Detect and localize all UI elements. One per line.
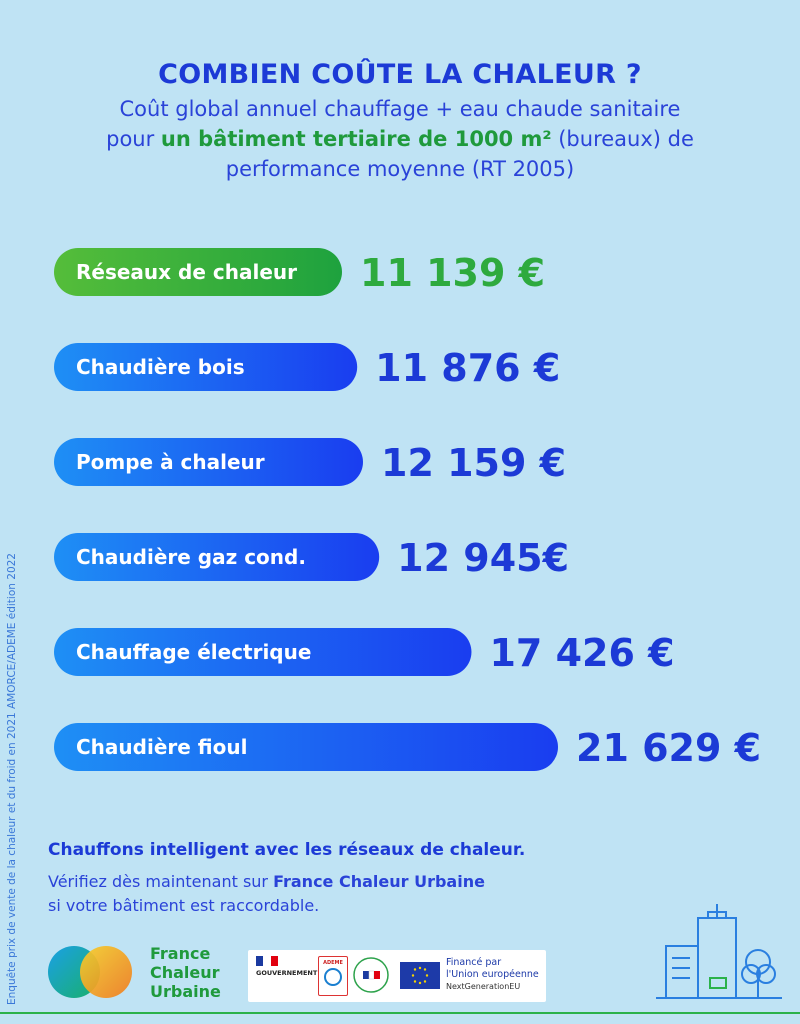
page-subtitle: Coût global annuel chauffage + eau chaud… xyxy=(0,94,800,184)
brand-name: France Chaleur Urbaine xyxy=(150,944,221,1001)
eu-funding-text: Financé par l'Union européenne NextGener… xyxy=(446,957,546,993)
bar-label-4: Chauffage électrique xyxy=(76,640,311,664)
brand-line2: Chaleur xyxy=(150,963,220,982)
header: COMBIEN COÛTE LA CHALEUR ? Coût global a… xyxy=(0,58,800,184)
bar-value-2: 12 159 € xyxy=(381,441,566,485)
cta-line2: si votre bâtiment est raccordable. xyxy=(48,896,320,915)
france-relance-logo-icon xyxy=(353,957,389,993)
bar-label-1: Chaudière bois xyxy=(76,355,245,379)
cta-text: Vérifiez dès maintenant sur France Chale… xyxy=(48,870,668,918)
call-to-action: Chauffons intelligent avec les réseaux d… xyxy=(48,840,668,918)
ground-line xyxy=(0,1012,800,1014)
france-chaleur-urbaine-logo-icon xyxy=(48,946,132,998)
brand-line1: France xyxy=(150,944,211,963)
eu-line3: NextGenerationEU xyxy=(446,982,521,991)
subtitle-line2-post: (bureaux) de xyxy=(551,127,694,151)
cost-bar-chart: Réseaux de chaleur 11 139 € Chaudière bois… xyxy=(54,248,761,771)
gouvernement-logo: GOUVERNEMENT xyxy=(256,956,318,996)
subtitle-highlight: un bâtiment tertiaire de 1000 m² xyxy=(160,127,552,151)
ademe-emblem-icon xyxy=(324,968,342,986)
partner-logos: GOUVERNEMENT ADEME Financé par l'Union e… xyxy=(248,950,546,1002)
eu-line1: Financé par xyxy=(446,957,502,968)
eu-line2: l'Union européenne xyxy=(446,969,539,980)
bar-label-3: Chaudière gaz cond. xyxy=(76,545,306,569)
brand-line3: Urbaine xyxy=(150,982,221,1001)
bar-label-2: Pompe à chaleur xyxy=(76,450,265,474)
ademe-logo: ADEME xyxy=(318,956,348,996)
gouvernement-label: GOUVERNEMENT xyxy=(256,969,318,977)
cta-title: Chauffons intelligent avec les réseaux d… xyxy=(48,840,526,860)
bar-value-4: 17 426 € xyxy=(489,631,674,675)
bar-value-1: 11 876 € xyxy=(375,346,560,390)
french-flag-icon xyxy=(256,956,278,966)
subtitle-line1: Coût global annuel chauffage + eau chaud… xyxy=(119,97,681,121)
city-buildings-icon xyxy=(656,904,782,999)
source-note: Enquête prix de vente de la chaleur et d… xyxy=(6,553,18,1005)
bar-value-5: 21 629 € xyxy=(576,726,761,770)
bar-label-5: Chaudière fioul xyxy=(76,735,247,759)
cta-line1-pre: Vérifiez dès maintenant sur xyxy=(48,872,274,891)
cta-site-link[interactable]: France Chaleur Urbaine xyxy=(273,872,485,891)
bar-label-0: Réseaux de chaleur xyxy=(76,260,297,284)
bar-value-3: 12 945€ xyxy=(397,536,569,580)
subtitle-line2-pre: pour xyxy=(106,127,161,151)
page-title: COMBIEN COÛTE LA CHALEUR ? xyxy=(158,59,642,90)
subtitle-line3: performance moyenne (RT 2005) xyxy=(225,157,575,181)
eu-flag-icon xyxy=(400,962,440,989)
bar-value-0: 11 139 € xyxy=(360,251,545,295)
